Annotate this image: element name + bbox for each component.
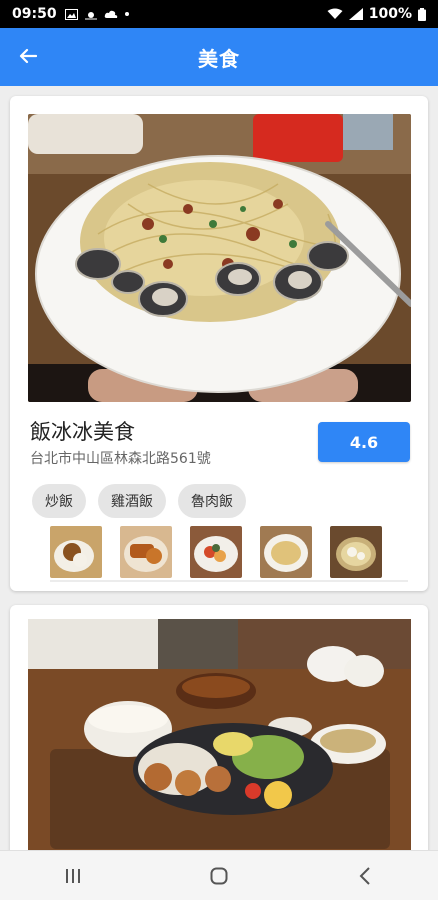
recent-apps-button[interactable]	[43, 856, 103, 896]
restaurant-photo[interactable]	[28, 114, 411, 402]
dot-icon	[124, 12, 129, 16]
back-button[interactable]	[14, 42, 42, 70]
cloud-icon	[104, 10, 117, 18]
restaurant-card[interactable]: 飯冰冰美食 台北市中山區林森北路561號 4.6 炒飯 雞酒飯 魯肉飯	[10, 96, 428, 591]
arrow-left-icon	[19, 48, 37, 64]
status-time: 09:50	[12, 6, 57, 22]
home-icon	[210, 867, 228, 884]
set-meal-image	[28, 619, 411, 850]
restaurant-feed[interactable]: 飯冰冰美食 台北市中山區林森北路561號 4.6 炒飯 雞酒飯 魯肉飯	[0, 86, 438, 850]
battery-icon	[418, 7, 426, 21]
restaurant-photo[interactable]	[28, 619, 411, 850]
dish-thumbnail[interactable]	[120, 526, 172, 578]
tag-chip[interactable]: 炒飯	[32, 484, 86, 518]
restaurant-card[interactable]	[10, 605, 428, 850]
status-notification-icons	[64, 8, 130, 20]
page-title: 美食	[198, 46, 240, 71]
tag-chip[interactable]: 魯肉飯	[178, 484, 246, 518]
divider	[50, 580, 408, 582]
nav-back-button[interactable]	[335, 856, 395, 896]
pasta-dish-image	[28, 114, 411, 402]
signal-icon	[348, 8, 363, 20]
status-system-icons: 100%	[327, 6, 426, 22]
dish-thumbnail[interactable]	[330, 526, 382, 578]
weather-icon	[84, 11, 97, 19]
restaurant-name[interactable]: 飯冰冰美食	[30, 416, 135, 446]
chevron-left-icon	[359, 866, 370, 885]
dish-thumbnail[interactable]	[50, 526, 102, 578]
app-bar: 美食	[0, 28, 438, 86]
battery-percent: 100%	[368, 6, 412, 22]
tag-chip[interactable]: 雞酒飯	[98, 484, 166, 518]
recent-apps-icon	[66, 868, 80, 883]
restaurant-address: 台北市中山區林森北路561號	[30, 451, 211, 467]
home-button[interactable]	[189, 856, 249, 896]
image-icon	[64, 8, 78, 20]
thumbnail-strip	[50, 526, 382, 578]
wifi-icon	[327, 8, 343, 19]
tag-list: 炒飯 雞酒飯 魯肉飯	[32, 484, 246, 518]
rating-badge[interactable]: 4.6	[318, 422, 410, 462]
system-nav-bar	[0, 850, 438, 900]
status-bar: 09:50 100%	[0, 0, 438, 28]
dish-thumbnail[interactable]	[260, 526, 312, 578]
dish-thumbnail[interactable]	[190, 526, 242, 578]
